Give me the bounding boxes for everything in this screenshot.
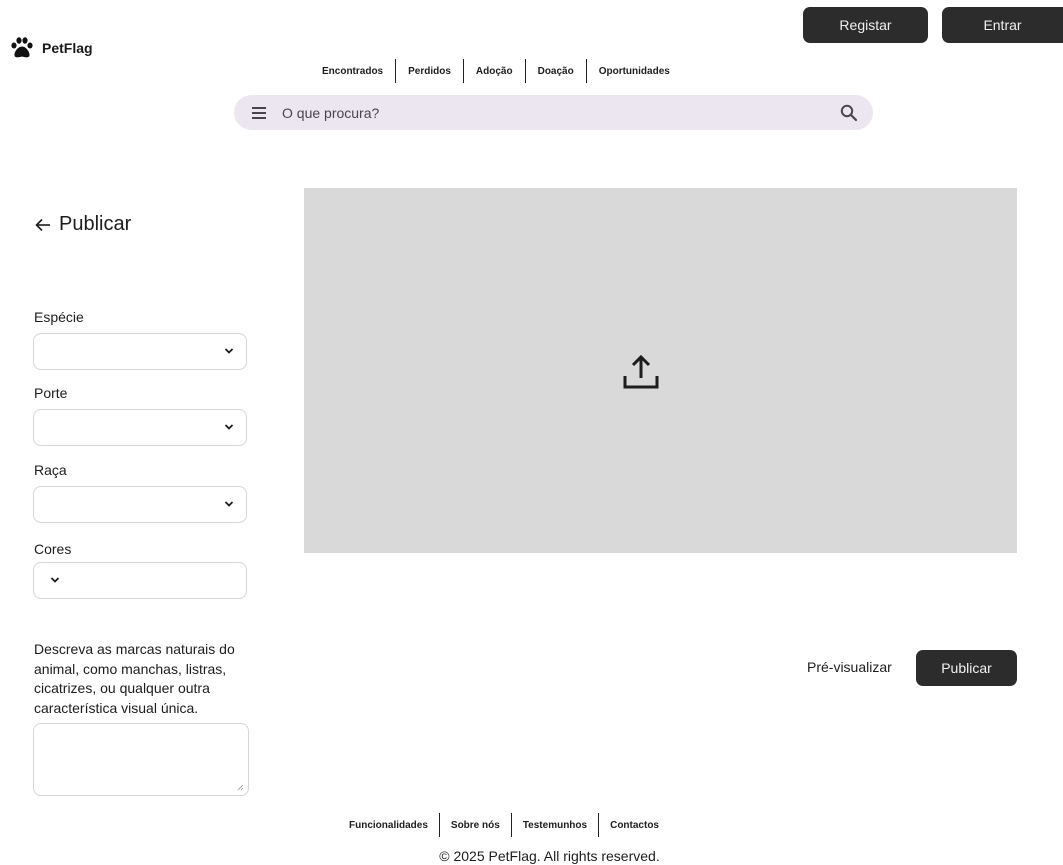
resize-handle-icon[interactable] [236,783,244,791]
description-textarea[interactable] [33,723,249,796]
colors-label: Cores [34,541,72,557]
chevron-down-icon [224,501,234,507]
footer-item-contactos[interactable]: Contactos [599,820,670,831]
arrow-left-icon [35,218,50,231]
footer-item-funcionalidades[interactable]: Funcionalidades [338,820,439,831]
footer-nav: Funcionalidades Sobre nós Testemunhos Co… [338,813,670,837]
back-link[interactable]: Publicar [35,213,131,236]
copyright: © 2025 PetFlag. All rights reserved. [439,848,660,864]
chevron-down-icon [224,348,234,354]
search-input[interactable]: O que procura? [282,105,379,121]
paw-icon [11,37,33,58]
size-label: Porte [34,385,68,401]
description-label: Descreva as marcas naturais do animal, c… [34,641,235,716]
search-bar[interactable]: O que procura? [234,95,873,130]
brand-logo[interactable]: PetFlag [10,37,93,59]
register-button[interactable]: Registar [803,7,928,43]
image-upload-area[interactable] [304,188,1017,553]
nav-item-perdidos[interactable]: Perdidos [396,59,463,83]
brand-name: PetFlag [42,40,93,56]
top-nav: Encontrados Perdidos Adoção Doação Oport… [310,59,682,83]
nav-item-doacao[interactable]: Doação [526,59,586,83]
species-label: Espécie [34,309,84,325]
page-title: Publicar [59,213,132,235]
nav-item-encontrados[interactable]: Encontrados [310,59,395,83]
login-button[interactable]: Entrar [942,7,1063,43]
nav-item-oportunidades[interactable]: Oportunidades [587,59,682,83]
species-select[interactable] [33,333,247,370]
menu-icon[interactable] [250,106,268,120]
colors-select[interactable] [33,562,247,599]
footer-item-testemunhos[interactable]: Testemunhos [512,820,598,831]
breed-select[interactable] [33,486,247,523]
upload-icon [623,354,659,389]
chevron-down-icon [50,577,60,583]
search-icon[interactable] [839,103,859,123]
chevron-down-icon [224,424,234,430]
preview-button[interactable]: Pré-visualizar [807,659,892,675]
footer-item-sobre-nos[interactable]: Sobre nós [440,820,511,831]
publish-button[interactable]: Publicar [916,650,1017,686]
nav-item-adocao[interactable]: Adoção [464,59,525,83]
size-select[interactable] [33,409,247,446]
breed-label: Raça [34,462,67,478]
